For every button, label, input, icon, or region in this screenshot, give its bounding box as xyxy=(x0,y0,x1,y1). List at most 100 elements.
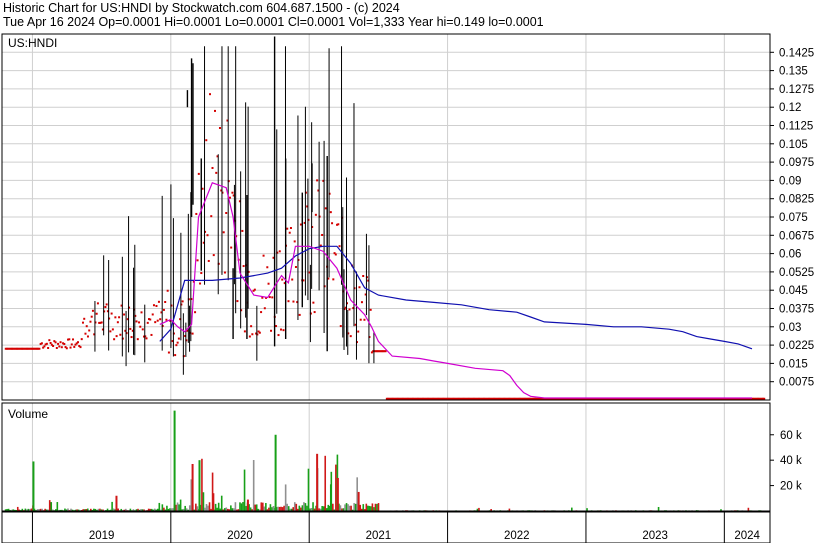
volume-bar xyxy=(207,505,209,511)
volume-bar xyxy=(188,505,191,511)
volume-bar xyxy=(272,505,275,511)
volume-bar xyxy=(179,499,182,511)
volume-bar xyxy=(368,505,371,511)
volume-bar xyxy=(348,505,351,511)
volume-bar xyxy=(278,506,281,511)
price-tick-label: 0.015 xyxy=(779,358,808,370)
volume-bar xyxy=(239,502,241,511)
volume-bar xyxy=(350,505,352,511)
volume-axis: 60 k 40 k 20 k xyxy=(770,430,802,493)
volume-bar xyxy=(344,504,346,511)
volume-bar xyxy=(295,503,298,511)
volume-bar xyxy=(367,505,369,511)
volume-bar xyxy=(265,503,267,511)
volume-bar xyxy=(269,504,272,511)
volume-bar xyxy=(184,505,186,511)
volume-bar xyxy=(292,507,295,511)
volume-bar xyxy=(298,505,301,511)
volume-bar xyxy=(230,505,232,511)
volume-label: Volume xyxy=(8,407,48,421)
volume-bar xyxy=(354,503,357,511)
price-tick-label: 0.1425 xyxy=(779,47,814,59)
volume-spike xyxy=(191,463,194,511)
volume-bar xyxy=(376,503,378,511)
volume-bar xyxy=(268,507,270,511)
volume-bar xyxy=(255,504,258,511)
volume-bar xyxy=(301,505,304,511)
volume-bar xyxy=(16,506,19,511)
volume-bar xyxy=(373,507,375,511)
volume-bar xyxy=(284,484,287,511)
volume-bar xyxy=(306,505,308,511)
volume-bar xyxy=(202,492,205,511)
price-tick-label: 0.135 xyxy=(779,66,808,78)
volume-bar xyxy=(321,505,323,511)
time-tick-label: 2024 xyxy=(734,530,760,542)
volume-bar xyxy=(304,503,307,511)
volume-bar xyxy=(214,503,217,511)
volume-bar xyxy=(293,502,296,511)
time-tick-label: 2022 xyxy=(504,530,530,542)
volume-grid xyxy=(31,403,725,511)
volume-spike xyxy=(274,434,277,511)
volume-bar xyxy=(254,504,257,511)
price-tick-label: 0.0225 xyxy=(779,340,814,352)
volume-bar xyxy=(345,503,348,511)
volume-tick-label: 40 k xyxy=(780,455,802,467)
volume-bar xyxy=(161,504,164,511)
volume-spike xyxy=(316,453,319,511)
volume-spike xyxy=(212,493,215,511)
volume-bar xyxy=(249,507,252,511)
volume-bar xyxy=(260,502,263,511)
time-axis: 2019 2020 2021 2022 2023 2024 xyxy=(1,511,771,543)
volume-bar xyxy=(353,503,355,511)
volume-bar xyxy=(111,501,113,511)
volume-bar xyxy=(50,502,53,511)
price-axis: 0.1425 0.135 0.1275 0.12 0.1125 0.105 0.0975 0.… xyxy=(770,47,814,389)
price-bars xyxy=(4,36,766,400)
volume-bar xyxy=(324,455,327,511)
volume-spike xyxy=(357,491,360,511)
price-tick-label: 0.045 xyxy=(779,285,808,297)
volume-spike xyxy=(115,495,118,511)
price-tick-label: 0.0375 xyxy=(779,304,814,316)
volume-panel-frame xyxy=(1,402,771,512)
volume-bar xyxy=(359,504,362,511)
volume-bar xyxy=(208,502,211,511)
volume-bar xyxy=(205,504,208,511)
volume-bar xyxy=(242,501,244,511)
price-tick-label: 0.0075 xyxy=(779,377,814,389)
volume-bar xyxy=(327,504,330,511)
volume-bar xyxy=(322,506,325,511)
price-tick-label: 0.03 xyxy=(779,322,801,334)
volume-bar xyxy=(335,464,337,511)
volume-bar xyxy=(262,502,264,511)
price-tick-label: 0.1275 xyxy=(779,84,814,96)
volume-bar xyxy=(332,503,334,511)
volume-bar xyxy=(362,504,365,511)
volume-tick-label: 20 k xyxy=(780,481,802,493)
volume-bar xyxy=(176,502,179,511)
volume-bar xyxy=(280,506,282,511)
volume-bar xyxy=(300,507,302,511)
volume-bar xyxy=(220,495,223,511)
price-tick-label: 0.0525 xyxy=(779,267,814,279)
volume-bar xyxy=(201,458,203,511)
volume-bar xyxy=(225,507,228,511)
time-tick-label: 2020 xyxy=(227,530,253,542)
time-tick-label: 2023 xyxy=(642,530,668,542)
symbol-label: US:HNDI xyxy=(8,36,57,50)
volume-bar xyxy=(48,500,51,511)
long-moving-average xyxy=(159,245,753,350)
volume-bar xyxy=(283,505,285,511)
time-tick-label: 2021 xyxy=(366,530,392,542)
volume-spike xyxy=(198,460,201,511)
volume-bar xyxy=(166,505,168,511)
price-tick-label: 0.105 xyxy=(779,139,808,151)
volume-bar xyxy=(163,507,165,511)
volume-tick-label: 60 k xyxy=(780,430,802,442)
volume-bar xyxy=(271,507,273,511)
volume-bar xyxy=(371,503,374,511)
price-tick-label: 0.12 xyxy=(779,102,801,114)
volume-bar xyxy=(234,502,237,511)
